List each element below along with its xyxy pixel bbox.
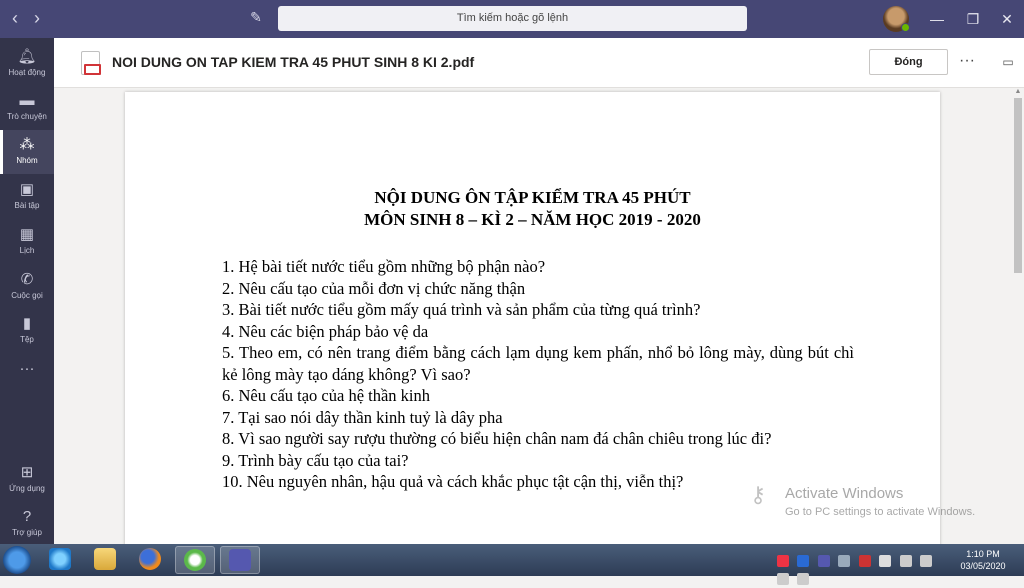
taskbar: 1:10 PM 03/05/2020	[0, 544, 1024, 585]
list-item: 4. Nêu các biện pháp bảo vệ da	[222, 321, 429, 341]
tray-app-icon[interactable]	[879, 554, 892, 567]
tray-app-icon[interactable]	[817, 554, 830, 567]
watermark-subtitle: Go to PC settings to activate Windows.	[785, 506, 976, 518]
rail-label: Bài tập	[14, 201, 40, 210]
more-icon: ···	[19, 360, 35, 377]
file-icon: ▮	[22, 315, 32, 332]
list-item: 8. Vì sao người say rượu thường có biểu …	[222, 429, 772, 448]
key-icon: ⚷	[750, 482, 767, 507]
calendar-icon: ▦	[19, 226, 35, 243]
maximize-icon[interactable]: ❐	[962, 8, 984, 30]
app-rail: 🔔︎ Hoạt động ▬ Trò chuyện ⁂ Nhóm ▣ Bài t…	[0, 38, 54, 544]
file-explorer-icon[interactable]	[85, 546, 125, 574]
signal-icon[interactable]	[777, 572, 789, 585]
coccoc-icon[interactable]	[175, 546, 215, 574]
chat-icon: ▬	[19, 92, 35, 109]
document-subheading: MÔN SINH 8 – KÌ 2 – NĂM HỌC 2019 - 2020	[364, 210, 701, 229]
scroll-up-icon[interactable]: ▲	[1014, 88, 1022, 96]
close-icon[interactable]: ✕	[996, 8, 1018, 30]
rail-item-activity[interactable]: 🔔︎ Hoạt động	[0, 42, 54, 86]
system-tray	[777, 552, 947, 585]
help-icon: ?	[22, 508, 32, 525]
rail-item-assignments[interactable]: ▣ Bài tập	[0, 175, 54, 219]
question-list: 1. Hệ bài tiết nước tiểu gồm những bộ ph…	[222, 256, 854, 493]
pdf-page: NỘI DUNG ÔN TẬP KIỂM TRA 45 PHÚT MÔN SIN…	[125, 92, 940, 544]
scroll-thumb[interactable]	[1014, 98, 1022, 273]
forward-arrow-icon[interactable]: ›	[28, 9, 46, 27]
list-item: 1. Hệ bài tiết nước tiểu gồm những bộ ph…	[222, 257, 546, 276]
presence-badge	[901, 23, 910, 32]
tray-app-icon[interactable]	[797, 554, 810, 567]
file-header: NOI DUNG ON TAP KIEM TRA 45 PHUT SINH 8 …	[54, 38, 1024, 88]
teams-icon: ⁂	[19, 136, 35, 153]
rail-item-calls[interactable]: ✆ Cuộc gọi	[0, 265, 54, 309]
back-arrow-icon[interactable]: ‹	[6, 9, 24, 27]
pdf-file-icon	[81, 51, 101, 75]
rail-item-teams[interactable]: ⁂ Nhóm	[0, 130, 54, 174]
list-item: 6. Nêu cấu tạo của hệ thần kinh	[222, 386, 431, 405]
file-name: NOI DUNG ON TAP KIEM TRA 45 PHUT SINH 8 …	[112, 54, 475, 70]
rail-item-apps[interactable]: ⊞ Ứng dụng	[0, 458, 54, 502]
rail-item-help[interactable]: ? Trợ giúp	[0, 502, 54, 546]
clock-time: 1:10 PM	[966, 549, 1000, 559]
start-button[interactable]	[3, 546, 31, 574]
internet-explorer-icon[interactable]	[40, 546, 80, 574]
rail-label: Tệp	[20, 335, 34, 344]
vertical-scrollbar[interactable]: ▲	[1012, 88, 1024, 544]
rail-label: Ứng dụng	[9, 484, 45, 493]
rail-label: Trợ giúp	[12, 528, 42, 537]
close-file-button[interactable]: Đóng	[869, 49, 948, 75]
phone-icon: ✆	[20, 271, 34, 288]
title-bar: ‹ › ✎ Tìm kiếm hoặc gõ lệnh — ❐ ✕	[0, 0, 1024, 38]
list-item: 7. Tại sao nói dây thần kinh tuỷ là dây …	[222, 407, 503, 427]
list-item: 3. Bài tiết nước tiểu gồm mấy quá trình …	[222, 300, 701, 319]
rail-label: Lịch	[19, 246, 35, 255]
tray-app-icon[interactable]	[777, 554, 789, 567]
list-item: 5. Theo em, có nên trang điểm bằng cách …	[222, 343, 854, 384]
apps-icon: ⊞	[20, 464, 34, 481]
document-heading: NỘI DUNG ÔN TẬP KIỂM TRA 45 PHÚT	[374, 188, 691, 207]
rail-item-more[interactable]: ···	[0, 354, 54, 398]
clock-date: 03/05/2020	[960, 561, 1006, 571]
firefox-icon[interactable]	[130, 546, 170, 574]
compose-icon[interactable]: ✎	[247, 9, 265, 27]
volume-icon[interactable]	[920, 554, 933, 567]
activation-watermark: ⚷ Activate Windows Go to PC settings to …	[750, 480, 1010, 520]
tray-app-icon[interactable]	[858, 554, 871, 567]
teams-taskbar-icon[interactable]	[220, 546, 260, 574]
battery-icon[interactable]	[797, 572, 810, 585]
bluetooth-icon[interactable]	[838, 554, 851, 567]
pdf-viewer[interactable]: NỘI DUNG ÔN TẬP KIỂM TRA 45 PHÚT MÔN SIN…	[54, 88, 1012, 544]
conversation-icon[interactable]: ▭	[998, 52, 1018, 72]
list-item: 9. Trình bày cấu tạo của tai?	[222, 450, 409, 470]
bell-icon: 🔔︎	[17, 48, 37, 65]
rail-label: Cuộc gọi	[11, 291, 43, 300]
assignments-icon: ▣	[19, 181, 35, 198]
minimize-icon[interactable]: —	[926, 8, 948, 30]
network-icon[interactable]	[899, 554, 912, 567]
more-options-button[interactable]: ···	[956, 51, 978, 73]
clock[interactable]: 1:10 PM 03/05/2020	[950, 548, 1016, 572]
rail-item-calendar[interactable]: ▦ Lịch	[0, 220, 54, 264]
rail-item-files[interactable]: ▮ Tệp	[0, 309, 54, 353]
watermark-title: Activate Windows	[785, 485, 904, 502]
rail-item-chat[interactable]: ▬ Trò chuyện	[0, 86, 54, 130]
list-item: 2. Nêu cấu tạo của mỗi đơn vị chức năng …	[222, 278, 526, 298]
rail-label: Hoạt động	[8, 68, 46, 77]
search-input[interactable]: Tìm kiếm hoặc gõ lệnh	[278, 6, 747, 31]
rail-label: Nhóm	[16, 156, 38, 165]
rail-label: Trò chuyện	[7, 112, 47, 121]
